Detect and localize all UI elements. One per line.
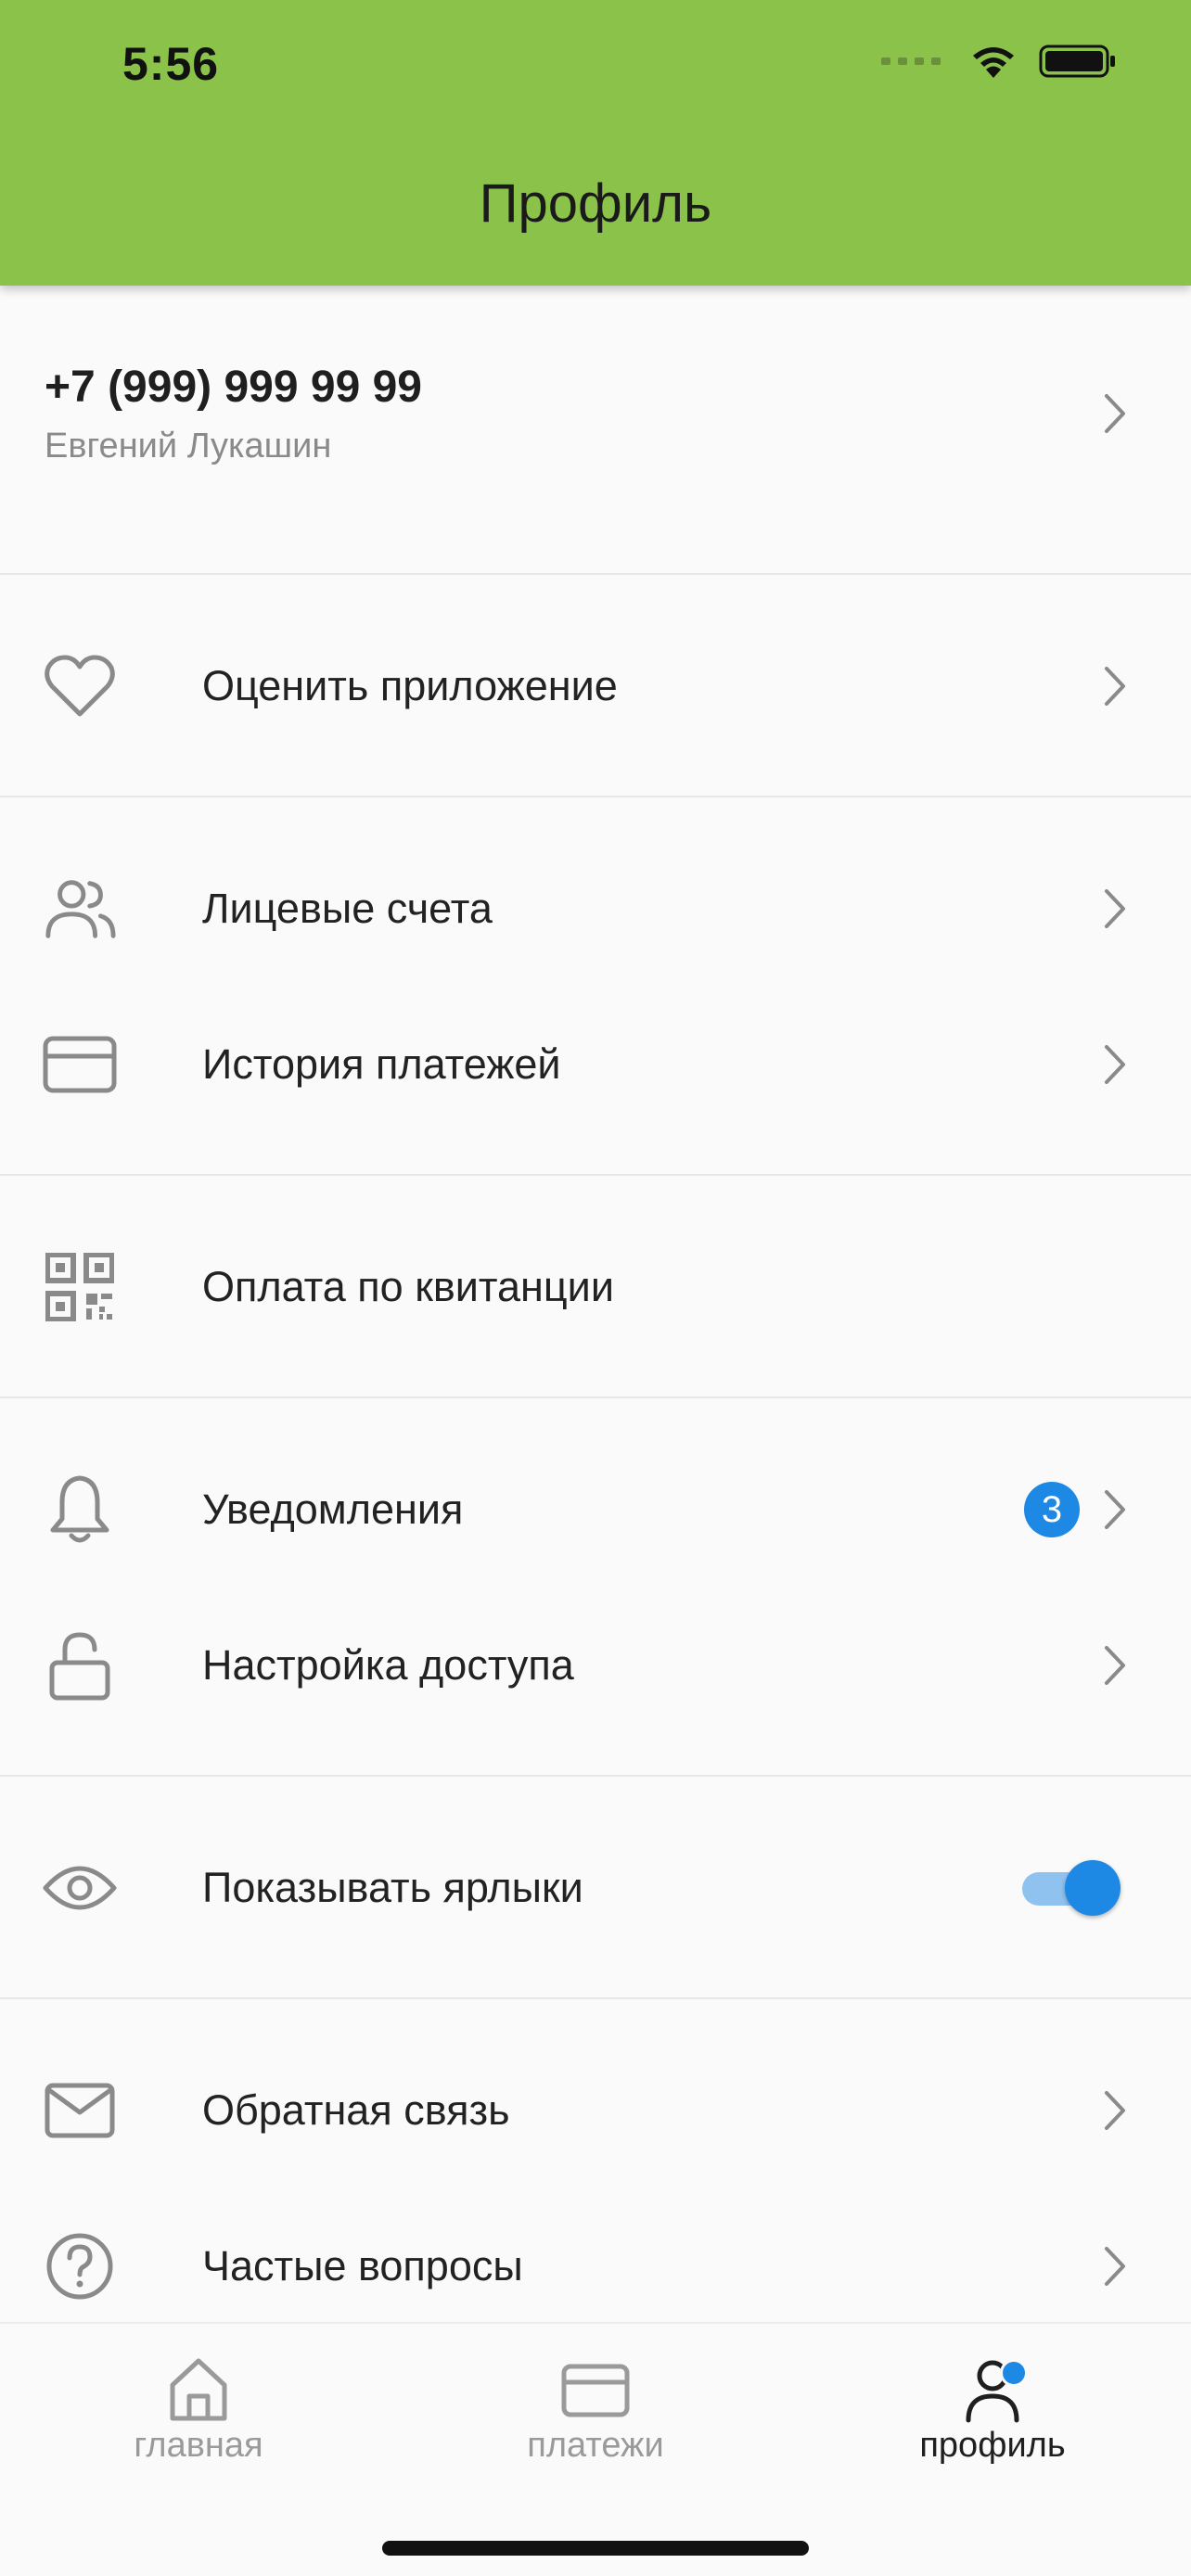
tab-label: главная xyxy=(134,2426,263,2465)
tab-payments[interactable]: платежи xyxy=(456,2352,735,2466)
tab-label: профиль xyxy=(919,2426,1066,2465)
home-icon xyxy=(161,2352,236,2426)
eye-icon xyxy=(43,1851,117,1925)
profile-card[interactable]: +7 (999) 999 99 99 Евгений Лукашин xyxy=(0,286,1191,575)
chevron-right-icon xyxy=(1105,394,1125,433)
chevron-right-icon xyxy=(1105,2091,1125,2130)
app-header: 5:56 Профиль xyxy=(0,0,1191,286)
menu-item-accounts[interactable]: Лицевые счета xyxy=(0,831,1191,987)
menu-item-notifications[interactable]: Уведомления 3 xyxy=(0,1432,1191,1588)
tab-profile[interactable]: профиль xyxy=(853,2352,1132,2466)
menu-item-feedback[interactable]: Обратная связь xyxy=(0,2033,1191,2188)
bell-icon xyxy=(43,1473,117,1547)
menu-label: Обратная связь xyxy=(202,2086,510,2134)
menu-group-labels: Показывать ярлыки xyxy=(0,1777,1191,1999)
profile-content: +7 (999) 999 99 99 Евгений Лукашин Оцени… xyxy=(0,286,1191,2378)
menu-label: История платежей xyxy=(202,1040,561,1088)
menu-group-rate: Оценить приложение xyxy=(0,575,1191,797)
unlock-icon xyxy=(43,1628,117,1702)
toggle-knob xyxy=(1065,1860,1121,1916)
profile-name: Евгений Лукашин xyxy=(45,427,332,465)
menu-item-pay-receipt[interactable]: Оплата по квитанции xyxy=(0,1209,1191,1365)
home-indicator xyxy=(382,2541,809,2556)
menu-group-support: Обратная связь Частые вопросы xyxy=(0,1999,1191,2378)
signal-icon xyxy=(881,57,941,65)
menu-label: Показывать ярлыки xyxy=(202,1864,583,1911)
profile-phone: +7 (999) 999 99 99 xyxy=(45,363,422,412)
menu-label: Лицевые счета xyxy=(202,885,493,932)
chevron-right-icon xyxy=(1105,1045,1125,1084)
credit-card-icon xyxy=(558,2352,633,2426)
menu-item-rate-app[interactable]: Оценить приложение xyxy=(0,608,1191,764)
battery-icon xyxy=(1039,45,1115,78)
menu-label: Оценить приложение xyxy=(202,662,618,709)
profile-notification-dot xyxy=(1000,2359,1028,2387)
mail-icon xyxy=(43,2073,117,2148)
heart-icon xyxy=(43,649,117,723)
question-circle-icon xyxy=(43,2229,117,2303)
chevron-right-icon xyxy=(1105,2247,1125,2286)
menu-label: Уведомления xyxy=(202,1486,464,1533)
menu-label: Частые вопросы xyxy=(202,2242,523,2289)
status-icons xyxy=(881,43,1117,80)
tab-label: платежи xyxy=(527,2426,664,2465)
chevron-right-icon xyxy=(1105,1646,1125,1685)
status-time: 5:56 xyxy=(122,38,220,90)
menu-label: Настройка доступа xyxy=(202,1641,574,1689)
notifications-badge: 3 xyxy=(1024,1482,1080,1537)
menu-group-receipt: Оплата по квитанции xyxy=(0,1176,1191,1398)
menu-item-show-labels[interactable]: Показывать ярлыки xyxy=(0,1810,1191,1966)
chevron-right-icon xyxy=(1105,889,1125,928)
wifi-icon xyxy=(973,47,1014,78)
menu-item-faq[interactable]: Частые вопросы xyxy=(0,2188,1191,2344)
credit-card-icon xyxy=(43,1027,117,1102)
show-labels-toggle[interactable] xyxy=(1022,1860,1121,1916)
user-icon xyxy=(955,2352,1030,2426)
menu-group-accounts: Лицевые счета История платежей xyxy=(0,797,1191,1176)
menu-item-access-settings[interactable]: Настройка доступа xyxy=(0,1588,1191,1743)
bottom-tab-bar: главная платежи профиль xyxy=(0,2322,1191,2576)
page-title: Профиль xyxy=(479,173,712,234)
chevron-right-icon xyxy=(1105,1490,1125,1529)
menu-group-notifications: Уведомления 3 Настройка доступа xyxy=(0,1398,1191,1777)
qr-code-icon xyxy=(43,1250,117,1324)
users-icon xyxy=(43,872,117,946)
menu-item-payment-history[interactable]: История платежей xyxy=(0,987,1191,1142)
menu-label: Оплата по квитанции xyxy=(202,1263,614,1310)
tab-home[interactable]: главная xyxy=(59,2352,338,2466)
chevron-right-icon xyxy=(1105,667,1125,706)
